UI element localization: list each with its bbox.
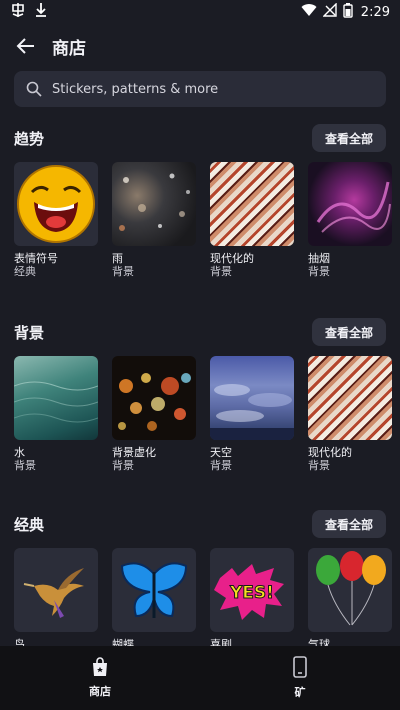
see-all-button[interactable]: 查看全部 (311, 318, 386, 346)
nav-label: 商店 (89, 685, 111, 698)
item-name: 鸟 (14, 638, 25, 646)
modern-abstract-thumbnail (308, 356, 392, 440)
download-icon (34, 2, 48, 22)
smoke-swirl-icon (316, 181, 391, 233)
nav-item-store[interactable]: 商店 (0, 646, 200, 710)
item-category: 背景 (112, 459, 134, 472)
no-signal-icon (322, 2, 337, 21)
water-ripples-icon (14, 381, 98, 423)
page-title: 商店 (52, 38, 86, 59)
store-item-emoji[interactable]: 表情符号 经典 (14, 162, 98, 278)
svg-text:YES!: YES! (229, 583, 274, 603)
item-name: 喜剧 (210, 638, 232, 646)
sky-thumbnail (210, 356, 294, 440)
comic-sticker-thumbnail: YES! (210, 548, 294, 632)
butterfly-sticker-thumbnail (112, 548, 196, 632)
item-category: 经典 (14, 265, 36, 278)
balloons-sticker-thumbnail (308, 548, 392, 632)
store-item-comic[interactable]: YES! 喜剧 (210, 548, 294, 646)
yes-comic-bubble-icon: YES! (214, 564, 284, 620)
back-button[interactable] (14, 34, 38, 58)
bird-sticker-thumbnail (14, 548, 98, 632)
item-category: 背景 (308, 265, 330, 278)
store-item-bokeh[interactable]: 背景虚化 背景 (112, 356, 196, 472)
arrow-left-icon (16, 38, 34, 54)
see-all-button[interactable]: 查看全部 (311, 124, 386, 152)
item-name: 天空 (210, 446, 232, 459)
section-title: 趋势 (14, 130, 45, 148)
item-name: 背景虚化 (112, 446, 156, 459)
modern-abstract-thumbnail (210, 162, 294, 246)
emoji-thumbnail (14, 162, 98, 246)
item-category: 背景 (308, 459, 330, 472)
item-category: 背景 (14, 459, 36, 472)
search-icon (26, 81, 42, 97)
bottom-navigation: 商店 矿 (0, 646, 400, 710)
store-item-bird[interactable]: 鸟 (14, 548, 98, 646)
balloons-icon (316, 551, 386, 626)
section-title: 背景 (14, 324, 45, 342)
item-name: 现代化的 (308, 446, 352, 459)
item-name: 水 (14, 446, 25, 459)
laughing-emoji-icon (17, 165, 95, 243)
status-time: 2:29 (360, 4, 390, 20)
item-category: 背景 (112, 265, 134, 278)
nav-item-mine[interactable]: 矿 (200, 646, 400, 710)
app-notification-icon (10, 2, 26, 22)
battery-icon (343, 2, 353, 22)
bokeh-thumbnail (112, 356, 196, 440)
wifi-icon (301, 3, 317, 21)
item-name: 抽烟 (308, 252, 330, 265)
store-item-sky[interactable]: 天空 背景 (210, 356, 294, 472)
search-bar[interactable] (14, 71, 386, 107)
section-title: 经典 (14, 516, 45, 534)
clouds-icon (210, 384, 294, 440)
store-item-butterfly[interactable]: 蝴蝶 (112, 548, 196, 646)
item-category: 背景 (210, 459, 232, 472)
item-category: 背景 (210, 265, 232, 278)
store-item-modern[interactable]: 现代化的 背景 (210, 162, 294, 278)
phone-icon (293, 656, 307, 678)
bokeh-lights-icon (118, 373, 191, 431)
section-backgrounds: 背景 查看全部 水 背景 背景虚化 背景 天空 背景 现代化的 背景 (0, 318, 400, 478)
section-trending: 趋势 查看全部 表情符号 经典 雨 背景 现代化的 背景 抽烟 背景 (0, 124, 400, 284)
item-name: 现代化的 (210, 252, 254, 265)
status-bar: 2:29 (0, 0, 400, 24)
store-item-smoke[interactable]: 抽烟 背景 (308, 162, 392, 278)
item-name: 表情符号 (14, 252, 58, 265)
app-bar: 商店 (0, 26, 400, 66)
search-input[interactable] (52, 81, 372, 97)
item-name: 雨 (112, 252, 123, 265)
see-all-button[interactable]: 查看全部 (311, 510, 386, 538)
store-item-modern-2[interactable]: 现代化的 背景 (308, 356, 392, 472)
nav-label: 矿 (294, 686, 306, 699)
purple-smoke-thumbnail (308, 162, 392, 246)
hummingbird-icon (23, 568, 84, 618)
water-thumbnail (14, 356, 98, 440)
store-item-water[interactable]: 水 背景 (14, 356, 98, 472)
store-item-balloons[interactable]: 气球 (308, 548, 392, 646)
shopping-bag-icon (93, 657, 107, 676)
item-name: 气球 (308, 638, 330, 646)
rain-window-thumbnail (112, 162, 196, 246)
section-classic: 经典 查看全部 鸟 蝴蝶 YES! 喜剧 气球 (0, 510, 400, 646)
rain-drops-icon (119, 173, 190, 231)
store-item-rain[interactable]: 雨 背景 (112, 162, 196, 278)
item-name: 蝴蝶 (112, 638, 134, 646)
butterfly-icon (120, 562, 188, 618)
